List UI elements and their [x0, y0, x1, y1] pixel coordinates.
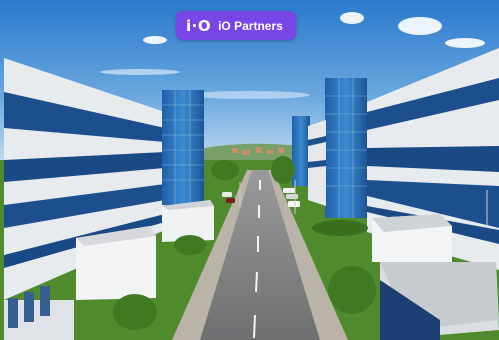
io-partners-badge: i·O iO Partners: [176, 11, 296, 40]
left-glass-tower: [162, 90, 204, 205]
scene-illustration: [0, 0, 499, 340]
right-middle-building: [308, 120, 326, 206]
brand-label: iO Partners: [218, 18, 283, 33]
right-glass-tower: [325, 78, 367, 218]
io-logo-icon: i·O: [186, 16, 212, 35]
right-glass-tower-far: [292, 116, 310, 186]
photo-scene: i·O iO Partners: [0, 0, 499, 340]
